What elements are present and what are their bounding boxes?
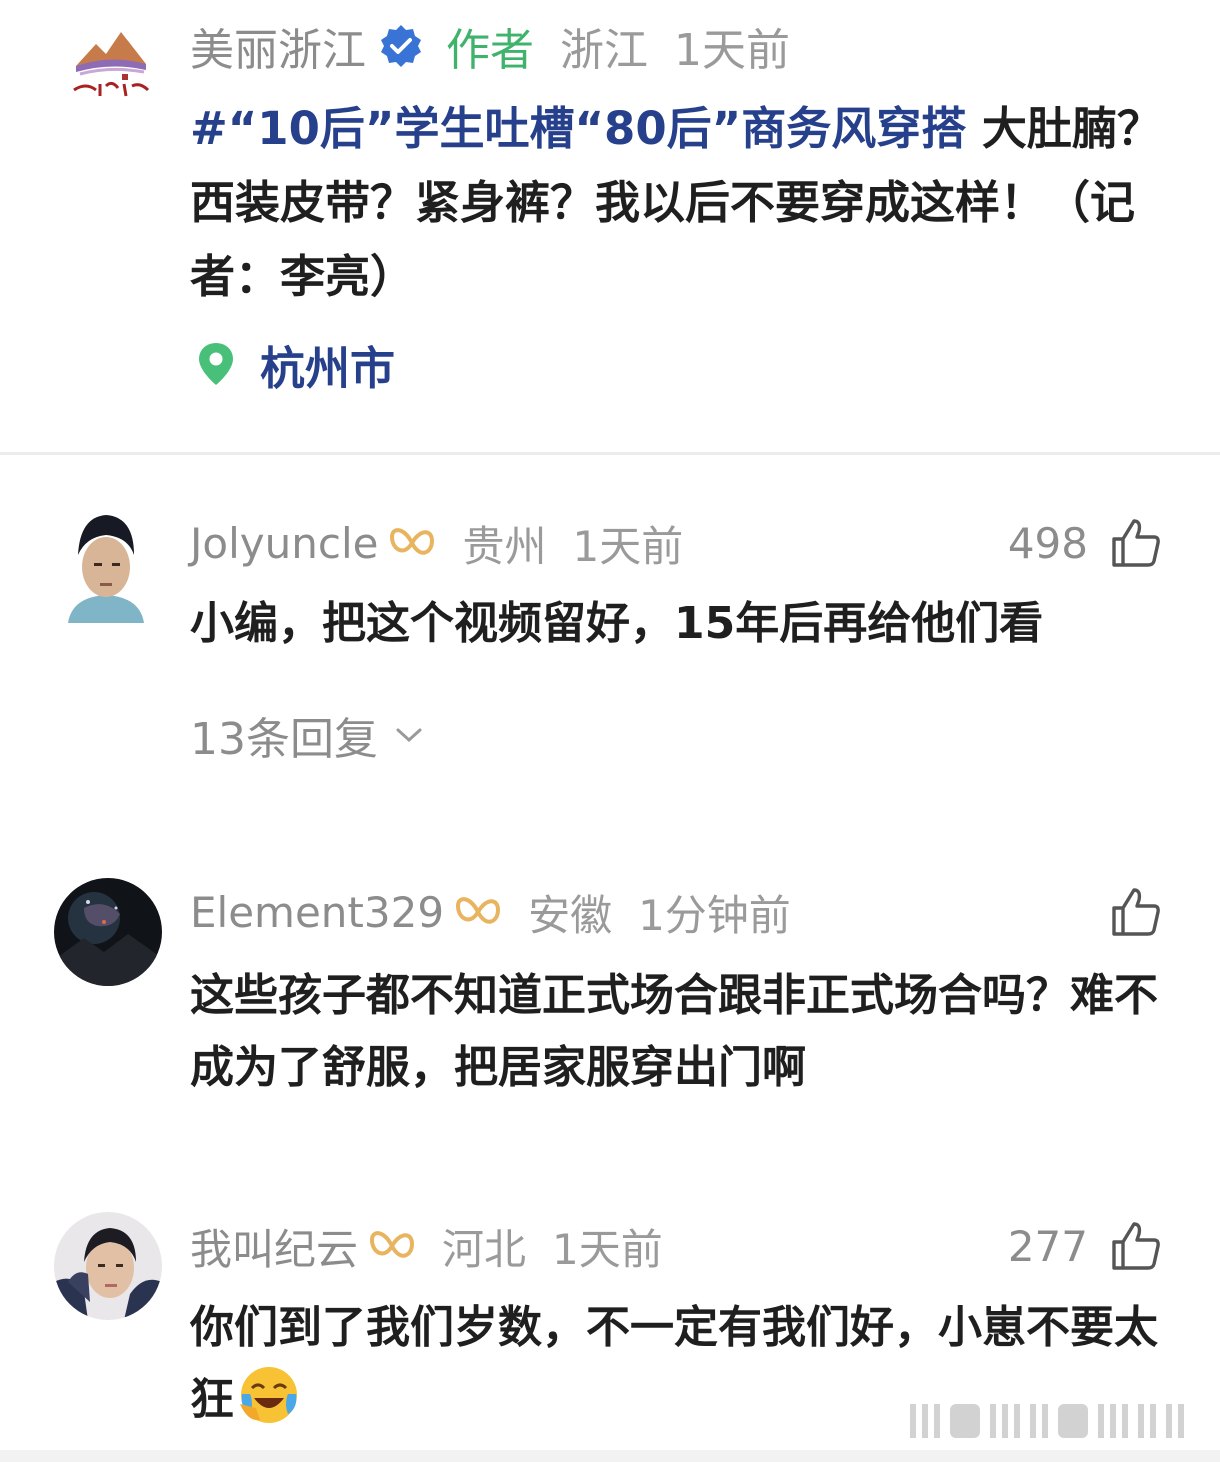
thumbs-up-icon [1112,1222,1160,1270]
comment-meta: Element329 安徽 1分钟前 [190,882,791,942]
comment-text: 这些孩子都不知道正式场合跟非正式场合吗？难不成为了舒服，把居家服穿出门啊 [190,970,1158,1093]
location-label: 杭州市 [260,341,396,395]
like-count: 498 [1007,518,1088,568]
like-button[interactable]: 277 [1008,1216,1162,1276]
post-body: #“10后”学生吐槽“80后”商务风穿搭 大肚腩？西装皮带？紧身裤？我以后不要穿… [190,92,1170,314]
verified-icon [381,25,421,67]
member-badge-icon [370,1231,415,1258]
replies-label: 13条回复 [190,714,378,765]
comment-username[interactable]: Element329 [190,888,444,937]
post-time: 1天前 [674,25,790,76]
member-badge-icon [390,528,435,555]
user-avatar[interactable] [54,878,162,986]
bottom-bar [0,1450,1220,1462]
comment-text: 小编，把这个视频留好，15年后再给他们看 [190,598,1044,649]
comment-time: 1分钟前 [638,890,791,940]
location-tag[interactable]: 杭州市 [196,334,396,395]
member-badge-icon [456,897,501,924]
post-region: 浙江 [560,25,648,76]
comment-username[interactable]: 我叫纪云 [190,1216,358,1277]
comment-username[interactable]: Jolyuncle [190,519,378,568]
laughing-crying-emoji-icon [240,1367,297,1423]
comment-region: 河北 [442,1224,527,1274]
comment-region: 贵州 [462,521,547,571]
replies-toggle[interactable]: 13条回复 [190,705,426,765]
author-post: 美丽浙江 作者 浙江 1天前 #“10后”学生吐槽“80后”商务风穿搭 大肚腩？… [0,0,1220,452]
thumbs-up-icon [1112,888,1160,936]
chevron-down-icon [396,728,422,743]
hashtag-link[interactable]: #“10后”学生吐槽“80后”商务风穿搭 [190,102,966,155]
location-pin-icon [199,343,233,385]
comment-region: 安徽 [528,890,613,940]
post-meta: 美丽浙江 作者 浙江 1天前 [190,16,790,76]
comment-time: 1天前 [572,521,684,571]
thumbs-up-icon [1112,519,1160,567]
comment-meta: 我叫纪云 河北 1天前 [190,1216,663,1276]
comment-time: 1天前 [552,1224,663,1274]
author-logo-avatar[interactable] [66,14,156,104]
watermark-graphic [910,1404,1184,1438]
section-divider [0,452,1220,455]
author-tag: 作者 [446,25,534,76]
like-count: 277 [1007,1221,1088,1271]
author-name[interactable]: 美丽浙江 [190,14,366,78]
like-button[interactable] [1088,882,1162,942]
comment-meta: Jolyuncle 贵州 1天前 [190,513,683,573]
user-avatar[interactable] [64,511,148,623]
like-button[interactable]: 498 [1008,513,1162,573]
user-avatar[interactable] [54,1212,162,1320]
